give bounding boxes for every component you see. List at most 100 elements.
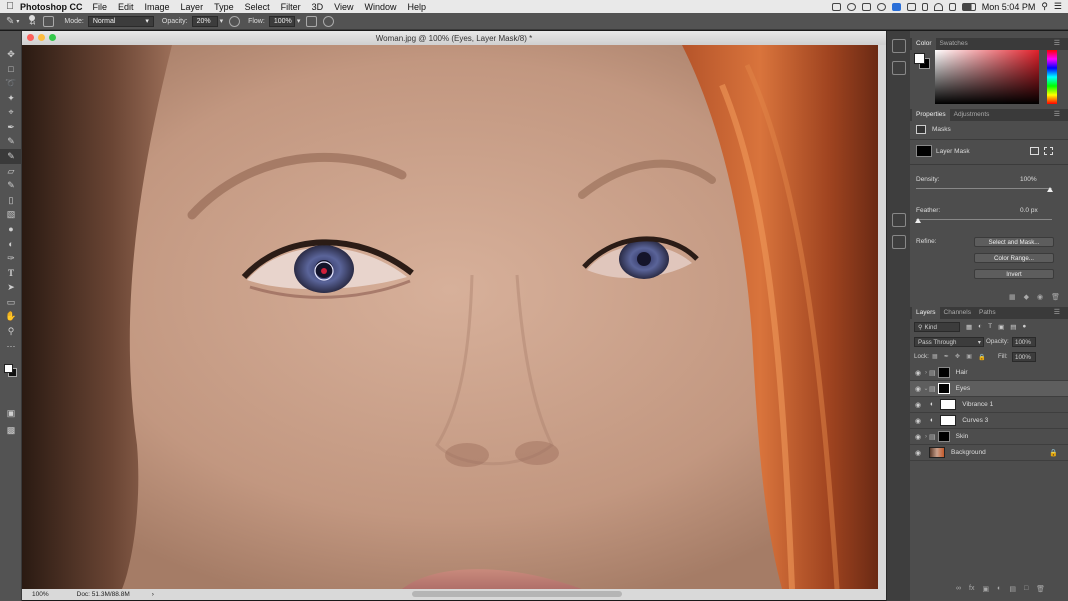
layer-mask-thumb[interactable] bbox=[937, 431, 950, 442]
brush-panel-icon[interactable] bbox=[43, 15, 55, 27]
brush-tool-icon[interactable]: ✎ bbox=[0, 149, 22, 164]
chevron-down-icon[interactable]: ▾ bbox=[297, 17, 301, 25]
layer-mask-thumb[interactable] bbox=[916, 145, 932, 157]
menu-image[interactable]: Image bbox=[145, 2, 170, 12]
lock-all-icon[interactable]: 🔒 bbox=[978, 353, 986, 361]
healing-brush-tool-icon[interactable]: ✎ bbox=[0, 135, 22, 150]
feather-value[interactable]: 0.0 px bbox=[1020, 207, 1038, 214]
brush-preset-picker[interactable]: 44 bbox=[29, 15, 36, 27]
mode-select[interactable]: Normal ▾ bbox=[87, 15, 154, 27]
battery-icon[interactable] bbox=[961, 2, 976, 11]
volume-icon[interactable] bbox=[948, 2, 956, 11]
menu-select[interactable]: Select bbox=[245, 2, 270, 12]
menu-edit[interactable]: Edit bbox=[118, 2, 134, 12]
notifications-icon[interactable]: ☰ bbox=[1054, 1, 1062, 12]
lock-artboard-icon[interactable]: ▣ bbox=[966, 353, 972, 361]
paragraph-panel-icon[interactable] bbox=[891, 235, 906, 249]
wifi-icon[interactable] bbox=[933, 2, 943, 11]
chevron-right-icon[interactable]: › bbox=[152, 591, 154, 598]
visibility-eye-icon[interactable]: ◉ bbox=[913, 401, 923, 409]
new-adjustment-icon[interactable]: ◐ bbox=[997, 585, 1001, 593]
image-canvas[interactable] bbox=[22, 45, 878, 589]
delete-layer-icon[interactable]: 🗑 bbox=[1036, 585, 1045, 593]
foreground-color-swatch[interactable] bbox=[4, 364, 13, 373]
filter-pixel-icon[interactable]: ▦ bbox=[966, 323, 972, 331]
density-slider[interactable] bbox=[916, 188, 1052, 189]
feather-slider[interactable] bbox=[916, 219, 1052, 220]
horizontal-scrollbar[interactable] bbox=[412, 591, 622, 597]
clock[interactable]: Mon 5:04 PM bbox=[982, 2, 1036, 12]
sync-icon[interactable] bbox=[876, 2, 886, 11]
tab-adjustments[interactable]: Adjustments bbox=[950, 109, 994, 121]
info-panel-icon[interactable] bbox=[891, 213, 906, 227]
menu-file[interactable]: File bbox=[93, 2, 108, 12]
layer-mask-thumb[interactable] bbox=[937, 383, 950, 394]
dropdown-arrow-icon[interactable]: ▾ bbox=[16, 18, 19, 25]
filter-smart-icon[interactable]: ▤ bbox=[1010, 323, 1016, 331]
filter-type-icon[interactable]: T bbox=[988, 323, 992, 331]
layer-filter-select[interactable]: ⚲ Kind bbox=[914, 322, 960, 332]
chevron-down-icon[interactable]: ▾ bbox=[220, 17, 224, 25]
minimize-window-button[interactable] bbox=[38, 34, 45, 41]
layer-mask-thumb[interactable] bbox=[940, 415, 957, 426]
brush-settings-icon[interactable] bbox=[891, 61, 906, 75]
tab-channels[interactable]: Channels bbox=[940, 307, 975, 319]
filter-toggle-icon[interactable]: ● bbox=[1022, 323, 1026, 331]
flow-input[interactable]: 100% bbox=[268, 15, 295, 27]
new-layer-icon[interactable]: □ bbox=[1024, 585, 1028, 593]
delete-mask-icon[interactable]: 🗑 bbox=[1051, 293, 1060, 301]
invert-button[interactable]: Invert bbox=[974, 269, 1054, 279]
add-mask-icon[interactable]: ▣ bbox=[982, 585, 989, 593]
type-tool-icon[interactable]: T bbox=[0, 266, 22, 281]
menu-help[interactable]: Help bbox=[407, 2, 426, 12]
layer-style-icon[interactable]: fx bbox=[969, 585, 974, 593]
toggle-mask-icon[interactable]: ◉ bbox=[1037, 293, 1043, 301]
layer-row-skin[interactable]: ◉ › ▤ Skin bbox=[910, 429, 1068, 445]
load-selection-icon[interactable]: ▦ bbox=[1009, 293, 1016, 301]
camera-icon[interactable] bbox=[861, 2, 871, 11]
clone-stamp-tool-icon[interactable]: ▱ bbox=[0, 164, 22, 179]
pen-tool-icon[interactable]: ✑ bbox=[0, 251, 22, 266]
opacity-input[interactable]: 20% bbox=[191, 15, 218, 27]
dropbox-icon[interactable] bbox=[891, 2, 901, 11]
crop-tool-icon[interactable]: ⌖ bbox=[0, 105, 22, 120]
lock-pixels-icon[interactable]: ✒ bbox=[944, 353, 949, 361]
color-field[interactable] bbox=[935, 50, 1039, 104]
eyedropper-tool-icon[interactable]: ✒ bbox=[0, 120, 22, 135]
pixel-mask-icon[interactable] bbox=[1030, 147, 1039, 155]
color-foreground-swatch[interactable] bbox=[914, 53, 925, 64]
move-tool-icon[interactable]: ✥ bbox=[0, 47, 22, 62]
visibility-eye-icon[interactable]: ◉ bbox=[913, 433, 923, 441]
filter-shape-icon[interactable]: ▣ bbox=[998, 323, 1004, 331]
app-menu[interactable]: Photoshop CC bbox=[20, 2, 83, 12]
zoom-window-button[interactable] bbox=[49, 34, 56, 41]
zoom-level[interactable]: 100% bbox=[32, 591, 49, 598]
doc-info[interactable]: Doc: 51.3M/88.8M bbox=[77, 591, 130, 598]
screen-mode-icon[interactable]: ▩ bbox=[0, 423, 22, 438]
menu-filter[interactable]: Filter bbox=[281, 2, 301, 12]
visibility-eye-icon[interactable]: ◉ bbox=[913, 449, 923, 457]
pressure-size-icon[interactable] bbox=[323, 15, 335, 27]
blur-tool-icon[interactable]: ● bbox=[0, 222, 22, 237]
brush-tool-icon[interactable]: ✎ bbox=[6, 16, 14, 27]
zoom-tool-icon[interactable]: ⚲ bbox=[0, 324, 22, 339]
screen-icon[interactable] bbox=[831, 2, 841, 11]
apple-icon[interactable]:  bbox=[0, 1, 20, 12]
close-window-button[interactable] bbox=[27, 34, 34, 41]
layer-row-hair[interactable]: ◉ › ▤ Hair bbox=[910, 365, 1068, 381]
quick-select-tool-icon[interactable]: ✦ bbox=[0, 91, 22, 106]
path-select-tool-icon[interactable]: ➤ bbox=[0, 281, 22, 296]
menu-3d[interactable]: 3D bbox=[312, 2, 324, 12]
tab-layers[interactable]: Layers bbox=[912, 307, 940, 319]
tab-color[interactable]: Color bbox=[912, 38, 936, 50]
tab-paths[interactable]: Paths bbox=[975, 307, 1000, 319]
marquee-tool-icon[interactable]: □ bbox=[0, 62, 22, 77]
hue-slider[interactable] bbox=[1047, 50, 1057, 104]
select-and-mask-button[interactable]: Select and Mask... bbox=[974, 237, 1054, 247]
creative-cloud-icon[interactable] bbox=[846, 2, 856, 11]
vertical-scrollbar[interactable] bbox=[878, 45, 886, 589]
menu-type[interactable]: Type bbox=[214, 2, 234, 12]
color-range-button[interactable]: Color Range... bbox=[974, 253, 1054, 263]
link-layers-icon[interactable]: ∞ bbox=[956, 585, 961, 593]
shape-tool-icon[interactable]: ▭ bbox=[0, 295, 22, 310]
